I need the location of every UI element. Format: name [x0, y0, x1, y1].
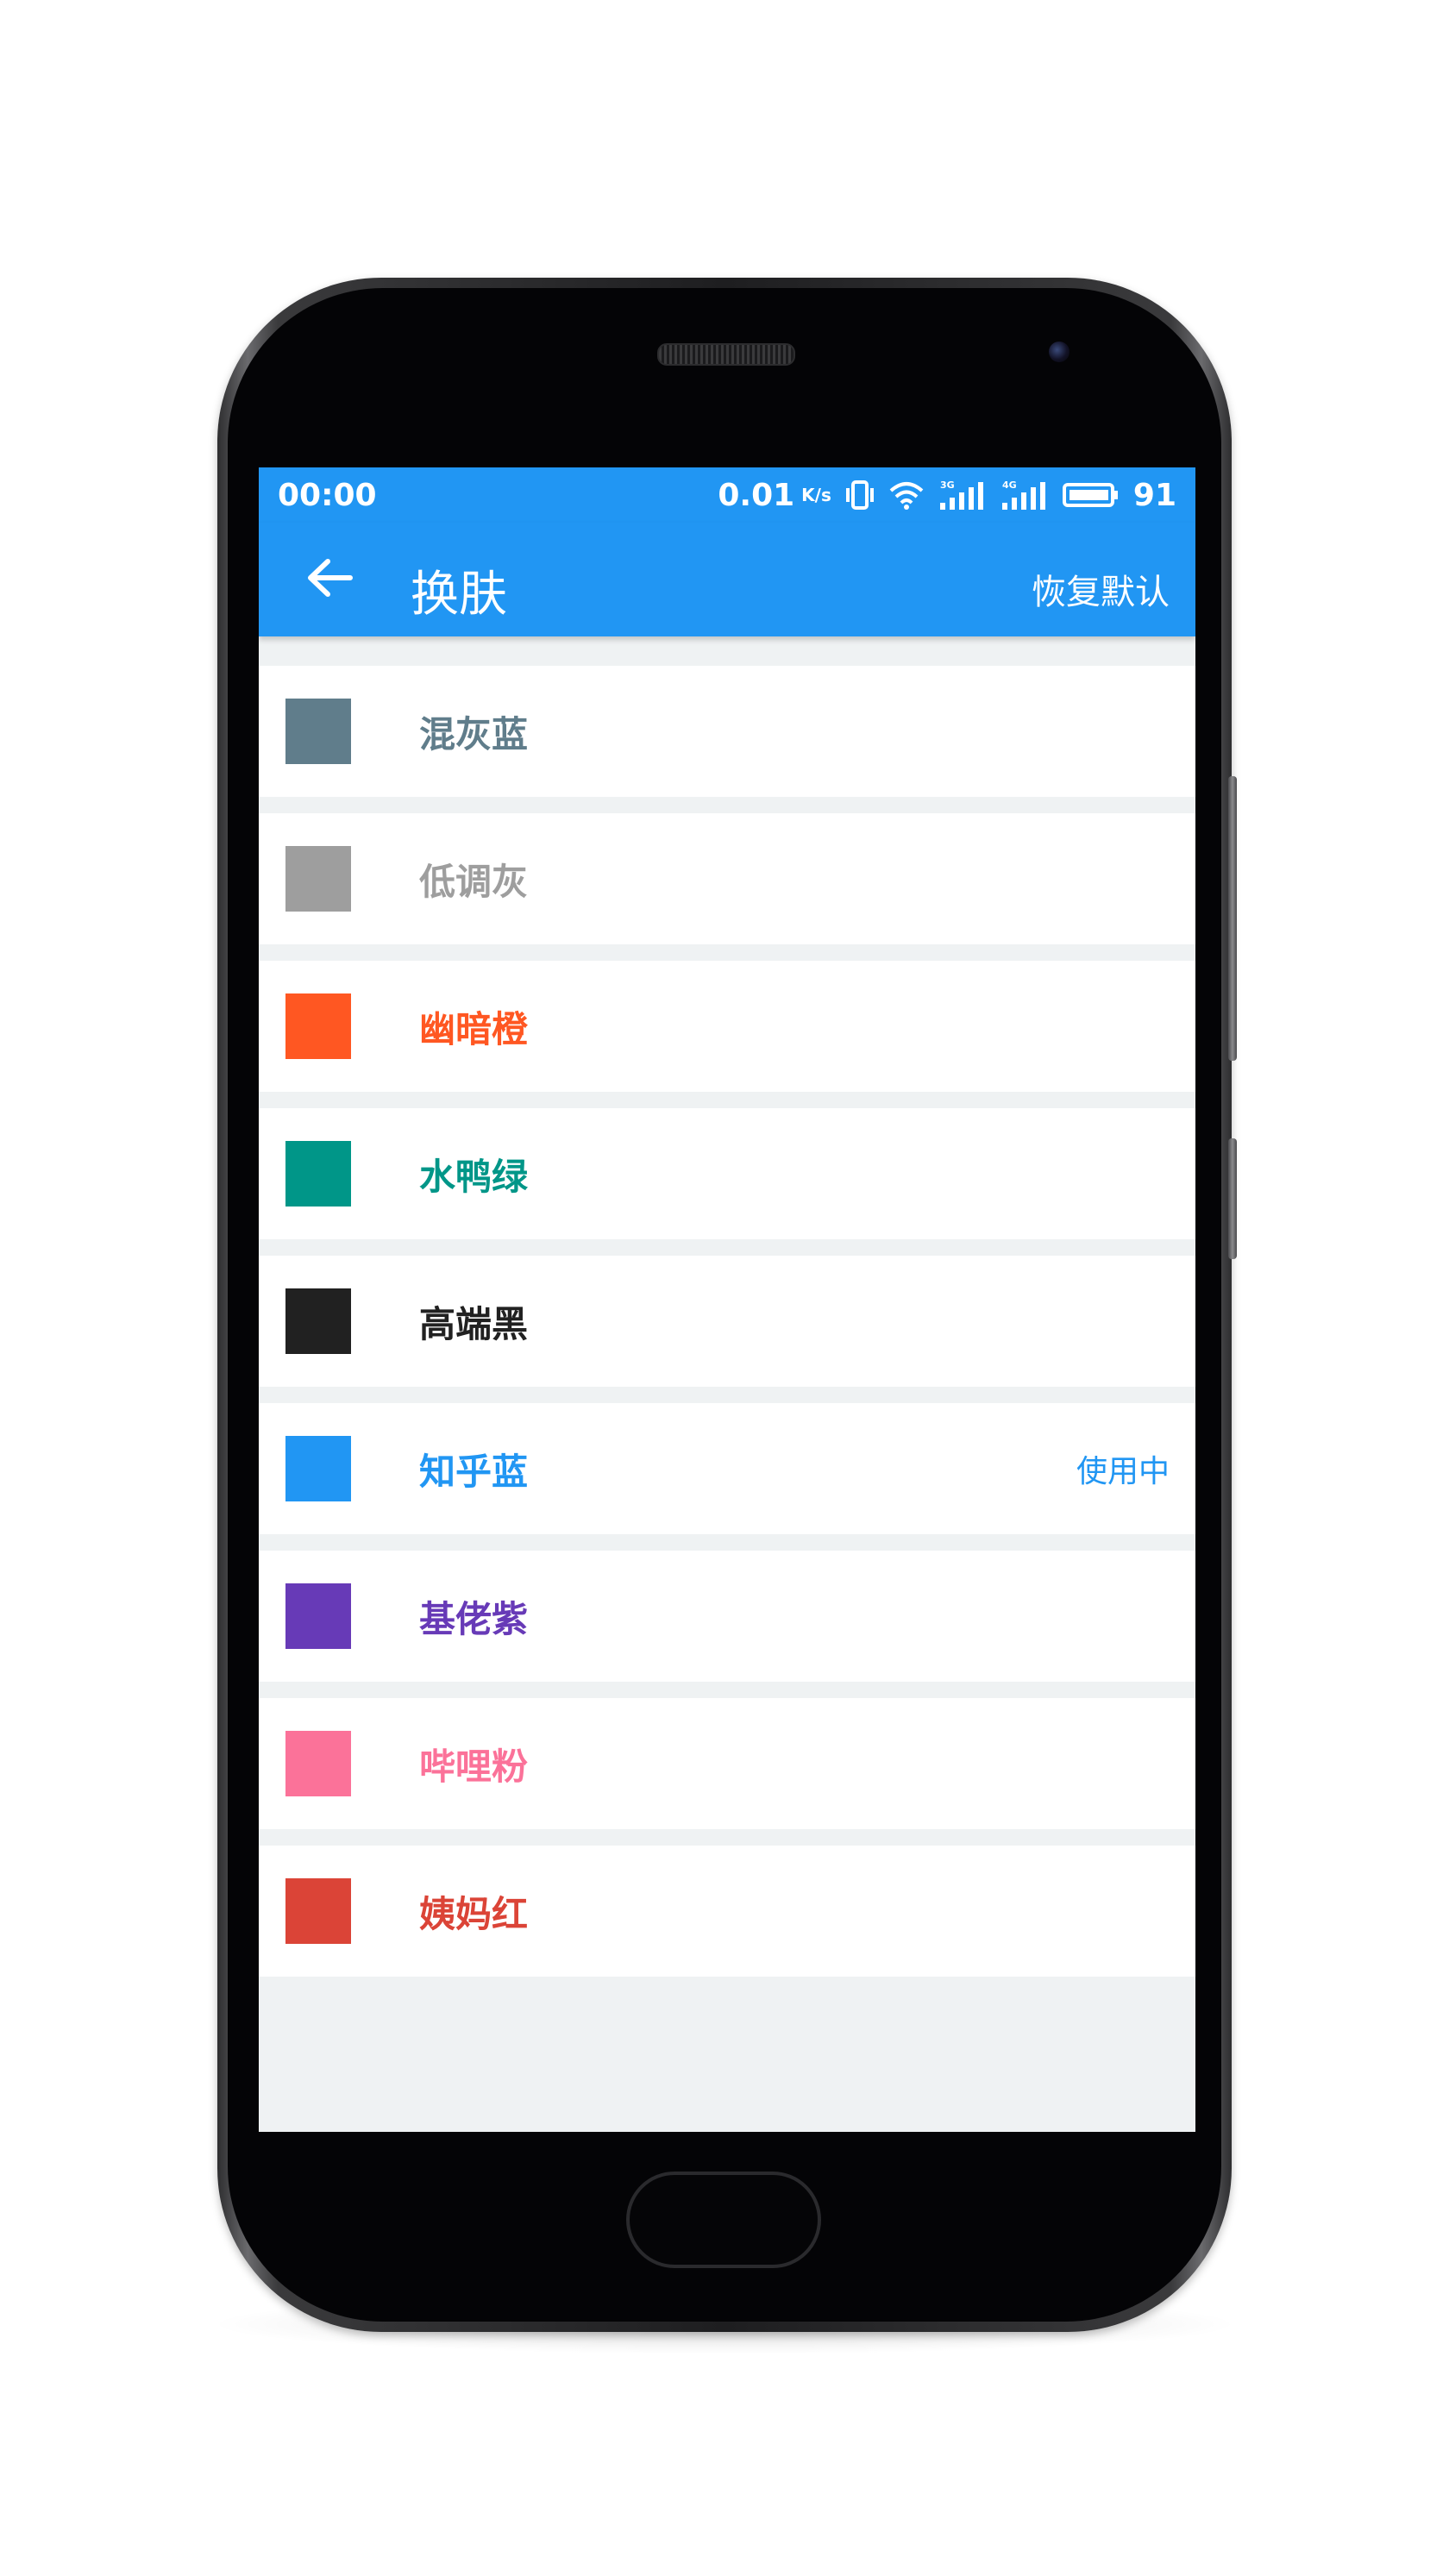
wifi-icon — [888, 480, 925, 510]
status-icons: 0.01 K/s 3G 4G 91 — [718, 476, 1176, 514]
front-camera — [1049, 342, 1070, 362]
theme-status: 使用中 — [1076, 1454, 1170, 1489]
theme-name: 知乎蓝 — [419, 1451, 529, 1493]
net-speed-unit: K/s — [801, 485, 831, 505]
signal-3g-icon: 3G — [938, 479, 987, 511]
theme-row[interactable]: 姨妈红 — [259, 1846, 1195, 1977]
theme-color-swatch — [285, 1141, 351, 1207]
theme-name: 混灰蓝 — [419, 713, 529, 755]
net-speed: 0.01 — [718, 477, 795, 513]
stage: 00:00 0.01 K/s 3G 4G 91 换肤 恢复默认 混灰蓝 低调灰 … — [0, 0, 1449, 2576]
back-button[interactable] — [304, 555, 355, 604]
theme-row[interactable]: 混灰蓝 — [259, 666, 1195, 797]
theme-color-swatch — [285, 699, 351, 764]
theme-color-swatch — [285, 1583, 351, 1649]
theme-color-swatch — [285, 1436, 351, 1501]
power-button — [1228, 1138, 1237, 1259]
theme-name: 哔哩粉 — [419, 1746, 529, 1788]
theme-name: 高端黑 — [419, 1303, 529, 1345]
restore-default-button[interactable]: 恢复默认 — [1032, 564, 1170, 614]
theme-color-swatch — [285, 1878, 351, 1944]
battery-icon — [1062, 482, 1120, 508]
vibrate-icon — [845, 479, 875, 511]
svg-text:3G: 3G — [940, 479, 955, 491]
theme-list: 混灰蓝低调灰幽暗橙水鸭绿高端黑知乎蓝 使用中基佬紫哔哩粉姨妈红 — [259, 666, 1195, 1993]
signal-4g-icon: 4G — [1000, 479, 1049, 511]
theme-row[interactable]: 哔哩粉 — [259, 1698, 1195, 1829]
arrow-left-icon — [305, 556, 354, 603]
theme-color-swatch — [285, 1288, 351, 1354]
theme-name: 水鸭绿 — [419, 1156, 529, 1198]
svg-text:4G: 4G — [1002, 479, 1017, 491]
theme-name: 姨妈红 — [419, 1893, 529, 1935]
theme-name: 基佬紫 — [419, 1598, 529, 1640]
theme-row[interactable]: 低调灰 — [259, 813, 1195, 944]
home-button — [626, 2172, 821, 2268]
theme-row[interactable]: 知乎蓝 使用中 — [259, 1403, 1195, 1534]
app-bar: 换肤 恢复默认 — [259, 523, 1195, 636]
earpiece-speaker — [657, 343, 795, 366]
theme-color-swatch — [285, 846, 351, 912]
status-bar: 00:00 0.01 K/s 3G 4G 91 — [259, 467, 1195, 523]
volume-button — [1228, 776, 1237, 1061]
theme-row[interactable]: 幽暗橙 — [259, 961, 1195, 1092]
theme-row[interactable]: 水鸭绿 — [259, 1108, 1195, 1239]
theme-name: 幽暗橙 — [419, 1008, 529, 1050]
theme-color-swatch — [285, 993, 351, 1059]
theme-name: 低调灰 — [419, 861, 529, 903]
page-title: 换肤 — [411, 567, 507, 623]
theme-color-swatch — [285, 1731, 351, 1796]
theme-row[interactable]: 基佬紫 — [259, 1551, 1195, 1682]
status-time: 00:00 — [278, 478, 377, 513]
screen: 00:00 0.01 K/s 3G 4G 91 换肤 恢复默认 混灰蓝 低调灰 … — [259, 467, 1195, 2132]
battery-percent: 91 — [1132, 477, 1176, 513]
theme-row[interactable]: 高端黑 — [259, 1256, 1195, 1387]
